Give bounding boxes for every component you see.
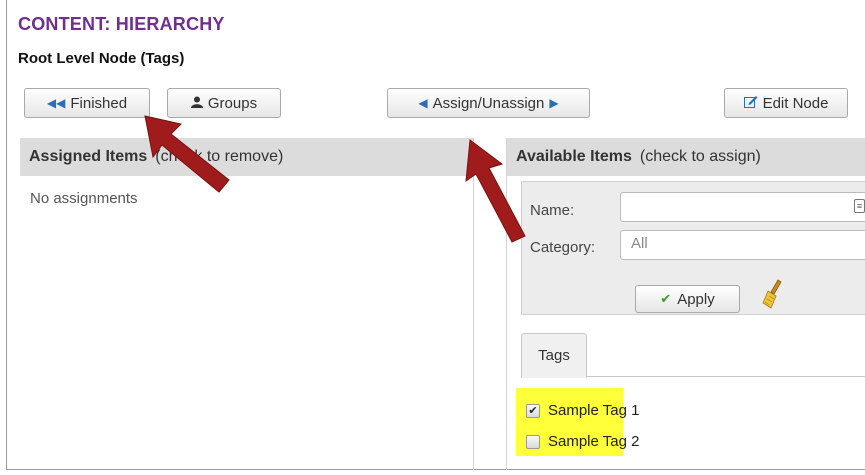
available-items-header: Available Items (check to assign) bbox=[507, 138, 865, 176]
no-assignments-text: No assignments bbox=[30, 190, 138, 207]
edit-node-label: Edit Node bbox=[762, 94, 829, 112]
available-items-title: Available Items bbox=[516, 148, 632, 165]
edit-node-button[interactable]: Edit Node bbox=[724, 88, 848, 118]
tag-checkbox[interactable] bbox=[526, 434, 540, 449]
finished-button-label: Finished bbox=[70, 94, 128, 112]
apply-button[interactable]: ✔ Apply bbox=[635, 285, 740, 313]
checkmark-icon: ✔ bbox=[660, 291, 672, 306]
filter-box: Name: ≡ Category: All ✔ Apply bbox=[521, 181, 865, 315]
caret-right-icon: ▶ bbox=[549, 96, 559, 110]
available-items-hint: (check to assign) bbox=[639, 148, 761, 165]
groups-button[interactable]: Groups bbox=[167, 88, 281, 118]
category-select[interactable]: All bbox=[620, 230, 865, 260]
category-select-value: All bbox=[631, 235, 648, 252]
assign-unassign-label: Assign/Unassign bbox=[432, 94, 545, 112]
assigned-items-header: Assigned Items (check to remove) bbox=[20, 138, 473, 176]
name-label: Name: bbox=[530, 202, 575, 219]
assigned-items-hint: (check to remove) bbox=[155, 148, 284, 165]
available-items-panel: Available Items (check to assign) Name: … bbox=[506, 138, 865, 470]
caret-left-icon: ◀ bbox=[418, 96, 428, 110]
assign-unassign-button[interactable]: ◀ Assign/Unassign ▶ bbox=[387, 88, 590, 118]
input-clear-icon[interactable]: ≡ bbox=[854, 199, 865, 213]
page-title: CONTENT: HIERARCHY bbox=[18, 14, 225, 34]
broom-icon[interactable] bbox=[762, 278, 786, 317]
list-item[interactable]: ✔ Sample Tag 1 bbox=[526, 402, 639, 419]
name-input[interactable]: ≡ bbox=[620, 192, 865, 222]
tag-label: Sample Tag 2 bbox=[548, 433, 640, 450]
tabs-row: Tags bbox=[521, 333, 865, 378]
assigned-items-panel: Assigned Items (check to remove) No assi… bbox=[20, 138, 474, 470]
list-item[interactable]: Sample Tag 2 bbox=[526, 433, 639, 450]
category-label: Category: bbox=[530, 239, 596, 256]
tab-tags[interactable]: Tags bbox=[521, 333, 587, 378]
finished-button[interactable]: ◀◀ Finished bbox=[24, 88, 150, 118]
user-icon bbox=[190, 96, 203, 111]
double-chevron-left-icon: ◀◀ bbox=[46, 96, 66, 110]
assigned-items-title: Assigned Items bbox=[29, 148, 148, 165]
edit-icon bbox=[743, 95, 758, 111]
apply-button-label: Apply bbox=[677, 290, 715, 308]
tag-label: Sample Tag 1 bbox=[548, 402, 640, 419]
groups-button-label: Groups bbox=[207, 94, 258, 112]
tag-checkbox[interactable]: ✔ bbox=[526, 403, 540, 418]
node-subtitle: Root Level Node (Tags) bbox=[18, 50, 185, 67]
